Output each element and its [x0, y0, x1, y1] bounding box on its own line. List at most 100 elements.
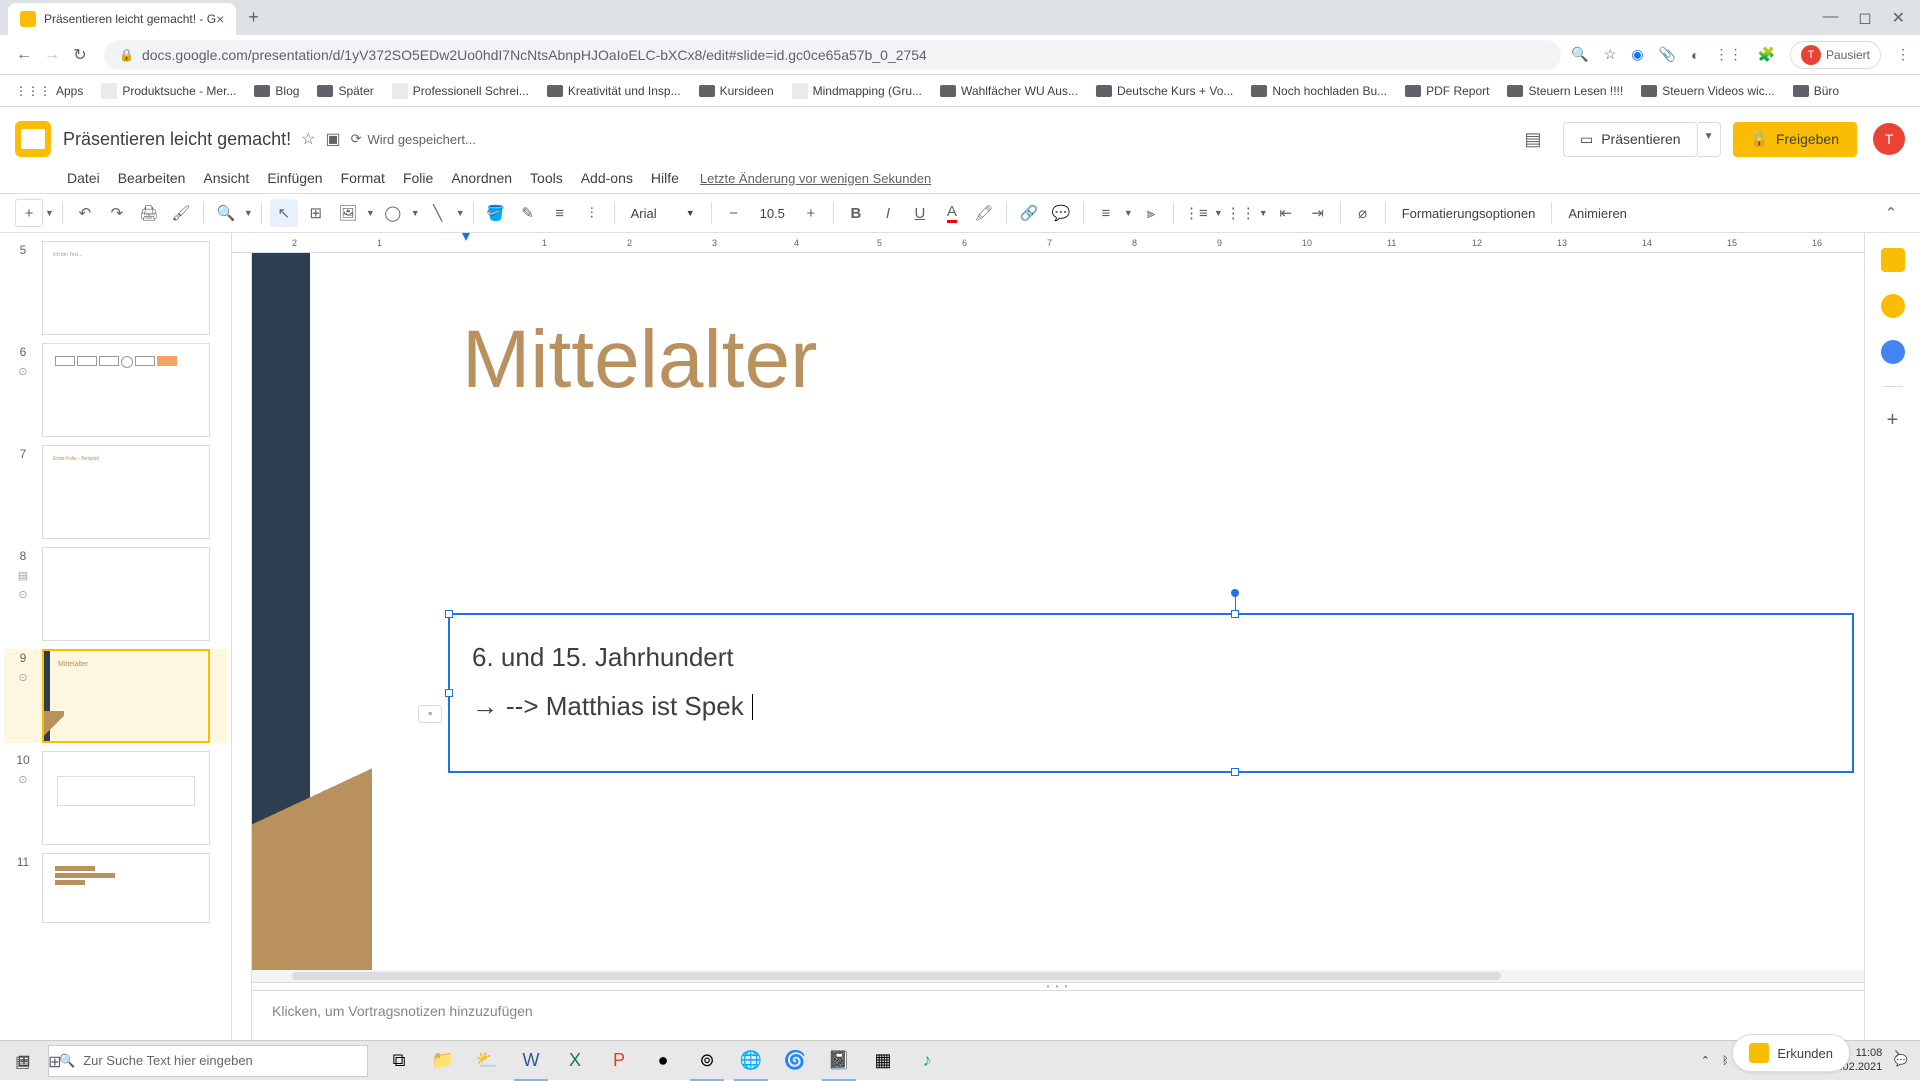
bookmark-item[interactable]: Kursideen — [699, 84, 774, 98]
horizontal-ruler[interactable]: 2 1 1 2 3 4 5 6 7 8 9 10 11 12 13 14 15 … — [232, 233, 1864, 253]
slide-thumb-row[interactable]: 6⊙ — [4, 343, 227, 437]
bookmark-item[interactable]: Deutsche Kurs + Vo... — [1096, 84, 1233, 98]
decrease-indent-button[interactable]: ⇤ — [1272, 199, 1300, 227]
fill-color-button[interactable]: 🪣 — [482, 199, 510, 227]
bookmark-item[interactable]: Wahlfächer WU Aus... — [940, 84, 1078, 98]
slide-thumbnail-active[interactable]: Mittelalter — [42, 649, 210, 743]
paint-format-button[interactable]: 🖌 — [167, 199, 195, 227]
tray-chevron-icon[interactable]: ⌃ — [1701, 1054, 1710, 1067]
slide-thumbnail[interactable] — [42, 343, 210, 437]
comment-button[interactable]: ▤ — [1515, 121, 1551, 157]
format-options-button[interactable]: Formatierungsoptionen — [1394, 206, 1544, 221]
weather-icon[interactable]: ⛅ — [466, 1041, 508, 1081]
bookmark-item[interactable]: Steuern Videos wic... — [1641, 84, 1775, 98]
bookmark-item[interactable]: Blog — [254, 84, 299, 98]
border-dash-button[interactable]: ⫶ — [578, 199, 606, 227]
word-icon[interactable]: W — [510, 1041, 552, 1081]
bookmark-item[interactable]: Später — [317, 84, 373, 98]
slide-title[interactable]: Mittelalter — [462, 313, 817, 407]
profile-button[interactable]: T Pausiert — [1790, 41, 1881, 69]
present-dropdown[interactable]: ▼ — [1698, 122, 1721, 157]
bookmark-star-icon[interactable]: ☆ — [1604, 46, 1617, 63]
resize-handle-tm[interactable] — [1231, 610, 1239, 618]
image-tool[interactable]: 🖼 — [334, 199, 362, 227]
menu-format[interactable]: Format — [334, 166, 392, 190]
add-sidebar-button[interactable]: + — [1887, 409, 1899, 432]
bold-button[interactable]: B — [842, 199, 870, 227]
slide-thumbnail[interactable] — [42, 853, 210, 923]
star-icon[interactable]: ☆ — [301, 129, 315, 149]
animate-button[interactable]: Animieren — [1560, 206, 1635, 221]
clear-format-button[interactable]: ⌀ — [1349, 199, 1377, 227]
forward-button[interactable]: → — [38, 46, 66, 64]
border-color-button[interactable]: ✎ — [514, 199, 542, 227]
chrome-icon[interactable]: 🌐 — [730, 1041, 772, 1081]
back-button[interactable]: ← — [10, 46, 38, 64]
slide-panel[interactable]: 5 Ich bin Text... 6⊙ 7 Erste Folie - Bei… — [0, 233, 232, 1040]
ruler-indent-marker[interactable] — [462, 233, 470, 241]
apps-button[interactable]: ⋮⋮⋮Apps — [15, 84, 83, 98]
notepad-icon[interactable]: 📓 — [818, 1041, 860, 1081]
notes-divider[interactable]: • • • — [252, 982, 1864, 990]
bookmark-item[interactable]: Noch hochladen Bu... — [1251, 84, 1387, 98]
obs-icon[interactable]: ⊚ — [686, 1041, 728, 1081]
textbox-tool[interactable]: ⊞ — [302, 199, 330, 227]
horizontal-scrollbar[interactable] — [252, 970, 1864, 982]
slide-thumb-row[interactable]: 7 Erste Folie - Beispiel — [4, 445, 227, 539]
doc-title[interactable]: Präsentieren leicht gemacht! — [63, 129, 291, 150]
slides-logo-icon[interactable] — [15, 121, 51, 157]
app-icon[interactable]: ● — [642, 1041, 684, 1081]
slide-thumbnail[interactable]: Ich bin Text... — [42, 241, 210, 335]
highlight-button[interactable]: 🖍 — [970, 199, 998, 227]
font-size-increase[interactable]: + — [797, 199, 825, 227]
text-color-button[interactable]: A — [938, 199, 966, 227]
collapse-toolbar-button[interactable]: ⌃ — [1877, 199, 1905, 227]
speaker-notes[interactable]: Klicken, um Vortragsnotizen hinzuzufügen — [252, 990, 1864, 1040]
line-tool[interactable]: ╲ — [424, 199, 452, 227]
explore-button[interactable]: Erkunden — [1732, 1034, 1850, 1072]
selected-text-box[interactable]: ≡ 6. und 15. Jahrhundert → --> Matthias … — [448, 613, 1854, 773]
underline-button[interactable]: U — [906, 199, 934, 227]
extensions-icon[interactable]: 🧩 — [1758, 46, 1775, 63]
windows-search-input[interactable]: 🔍 Zur Suche Text hier eingeben — [48, 1045, 368, 1077]
app-icon[interactable]: ▦ — [862, 1041, 904, 1081]
keep-icon[interactable] — [1881, 294, 1905, 318]
redo-button[interactable]: ↷ — [103, 199, 131, 227]
bulleted-list-button[interactable]: ⋮⋮ — [1227, 199, 1255, 227]
bookmark-item[interactable]: Kreativität und Insp... — [547, 84, 681, 98]
minimize-icon[interactable]: — — [1822, 8, 1838, 28]
spotify-icon[interactable]: ♪ — [906, 1041, 948, 1081]
zoom-dropdown[interactable]: ▼ — [244, 208, 253, 218]
menu-folie[interactable]: Folie — [396, 166, 440, 190]
bookmark-item[interactable]: Büro — [1793, 84, 1839, 98]
powerpoint-icon[interactable]: P — [598, 1041, 640, 1081]
autofit-handle[interactable]: ≡ — [418, 705, 442, 723]
new-tab-button[interactable]: + — [248, 7, 259, 28]
comment-button[interactable]: 💬 — [1047, 199, 1075, 227]
next-slide-button[interactable]: › — [1894, 1043, 1900, 1064]
bookmark-item[interactable]: Mindmapping (Gru... — [792, 83, 922, 99]
menu-addons[interactable]: Add-ons — [574, 166, 640, 190]
slide-canvas[interactable]: Mittelalter ≡ 6. und 15. Jahrhundert → -… — [252, 253, 1864, 970]
present-button[interactable]: ▭ Präsentieren — [1563, 122, 1698, 157]
slide-thumb-row[interactable]: 9⊙ Mittelalter — [4, 649, 227, 743]
filmstrip-view-icon[interactable]: ▤ — [15, 1052, 30, 1072]
calendar-icon[interactable] — [1881, 248, 1905, 272]
bluetooth-icon[interactable]: ᛒ — [1722, 1055, 1729, 1067]
tasks-icon[interactable] — [1881, 340, 1905, 364]
menu-anordnen[interactable]: Anordnen — [444, 166, 519, 190]
select-tool[interactable]: ↖ — [270, 199, 298, 227]
extension-icon[interactable]: ◐ — [1691, 47, 1699, 63]
link-button[interactable]: 🔗 — [1015, 199, 1043, 227]
slide-thumbnail[interactable]: Erste Folie - Beispiel — [42, 445, 210, 539]
border-weight-button[interactable]: ≡ — [546, 199, 574, 227]
slide-thumb-row[interactable]: 10⊙ — [4, 751, 227, 845]
zoom-icon[interactable]: 🔍 — [1571, 46, 1588, 63]
align-button[interactable]: ≡ — [1092, 199, 1120, 227]
new-slide-button[interactable]: + — [15, 199, 43, 227]
user-avatar[interactable]: T — [1873, 123, 1905, 155]
task-view-icon[interactable]: ⧉ — [378, 1041, 420, 1081]
font-size-input[interactable]: 10.5 — [752, 202, 793, 225]
vertical-ruler[interactable] — [232, 253, 252, 1040]
bookmark-item[interactable]: PDF Report — [1405, 84, 1489, 98]
